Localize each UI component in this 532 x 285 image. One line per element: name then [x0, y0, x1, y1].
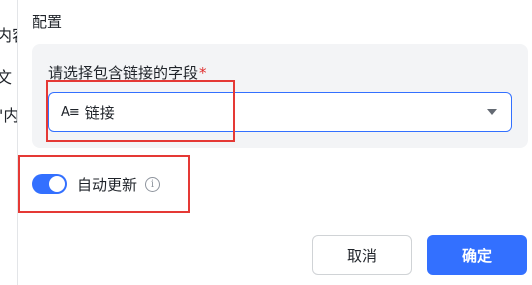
confirm-button[interactable]: 确定: [427, 235, 527, 275]
section-title: 配置: [32, 13, 63, 31]
left-fragment: 内容: [0, 22, 17, 46]
config-dialog: 内容 文 "内 配置 请选择包含链接的字段* A≡ 链接 自动更新 i 取消 确…: [0, 0, 532, 285]
select-value: 链接: [84, 103, 115, 122]
field-card: 请选择包含链接的字段* A≡ 链接: [32, 44, 528, 148]
field-label: 请选择包含链接的字段*: [48, 62, 207, 83]
left-panel-partial: 内容 文 "内: [0, 0, 18, 285]
left-fragment: "内: [0, 106, 18, 125]
cancel-button[interactable]: 取消: [312, 235, 412, 275]
info-icon[interactable]: i: [145, 176, 161, 192]
field-label-text: 请选择包含链接的字段: [48, 64, 199, 82]
link-field-select[interactable]: A≡ 链接: [48, 92, 512, 132]
text-field-type-icon: A≡: [61, 104, 80, 120]
left-fragment: 文: [0, 64, 12, 88]
toggle-knob: [49, 176, 65, 192]
auto-update-toggle[interactable]: [32, 174, 67, 194]
required-mark: *: [199, 64, 207, 82]
caret-down-icon: [487, 109, 497, 115]
auto-update-row: 自动更新 i: [32, 172, 161, 196]
auto-update-label: 自动更新: [77, 175, 138, 194]
